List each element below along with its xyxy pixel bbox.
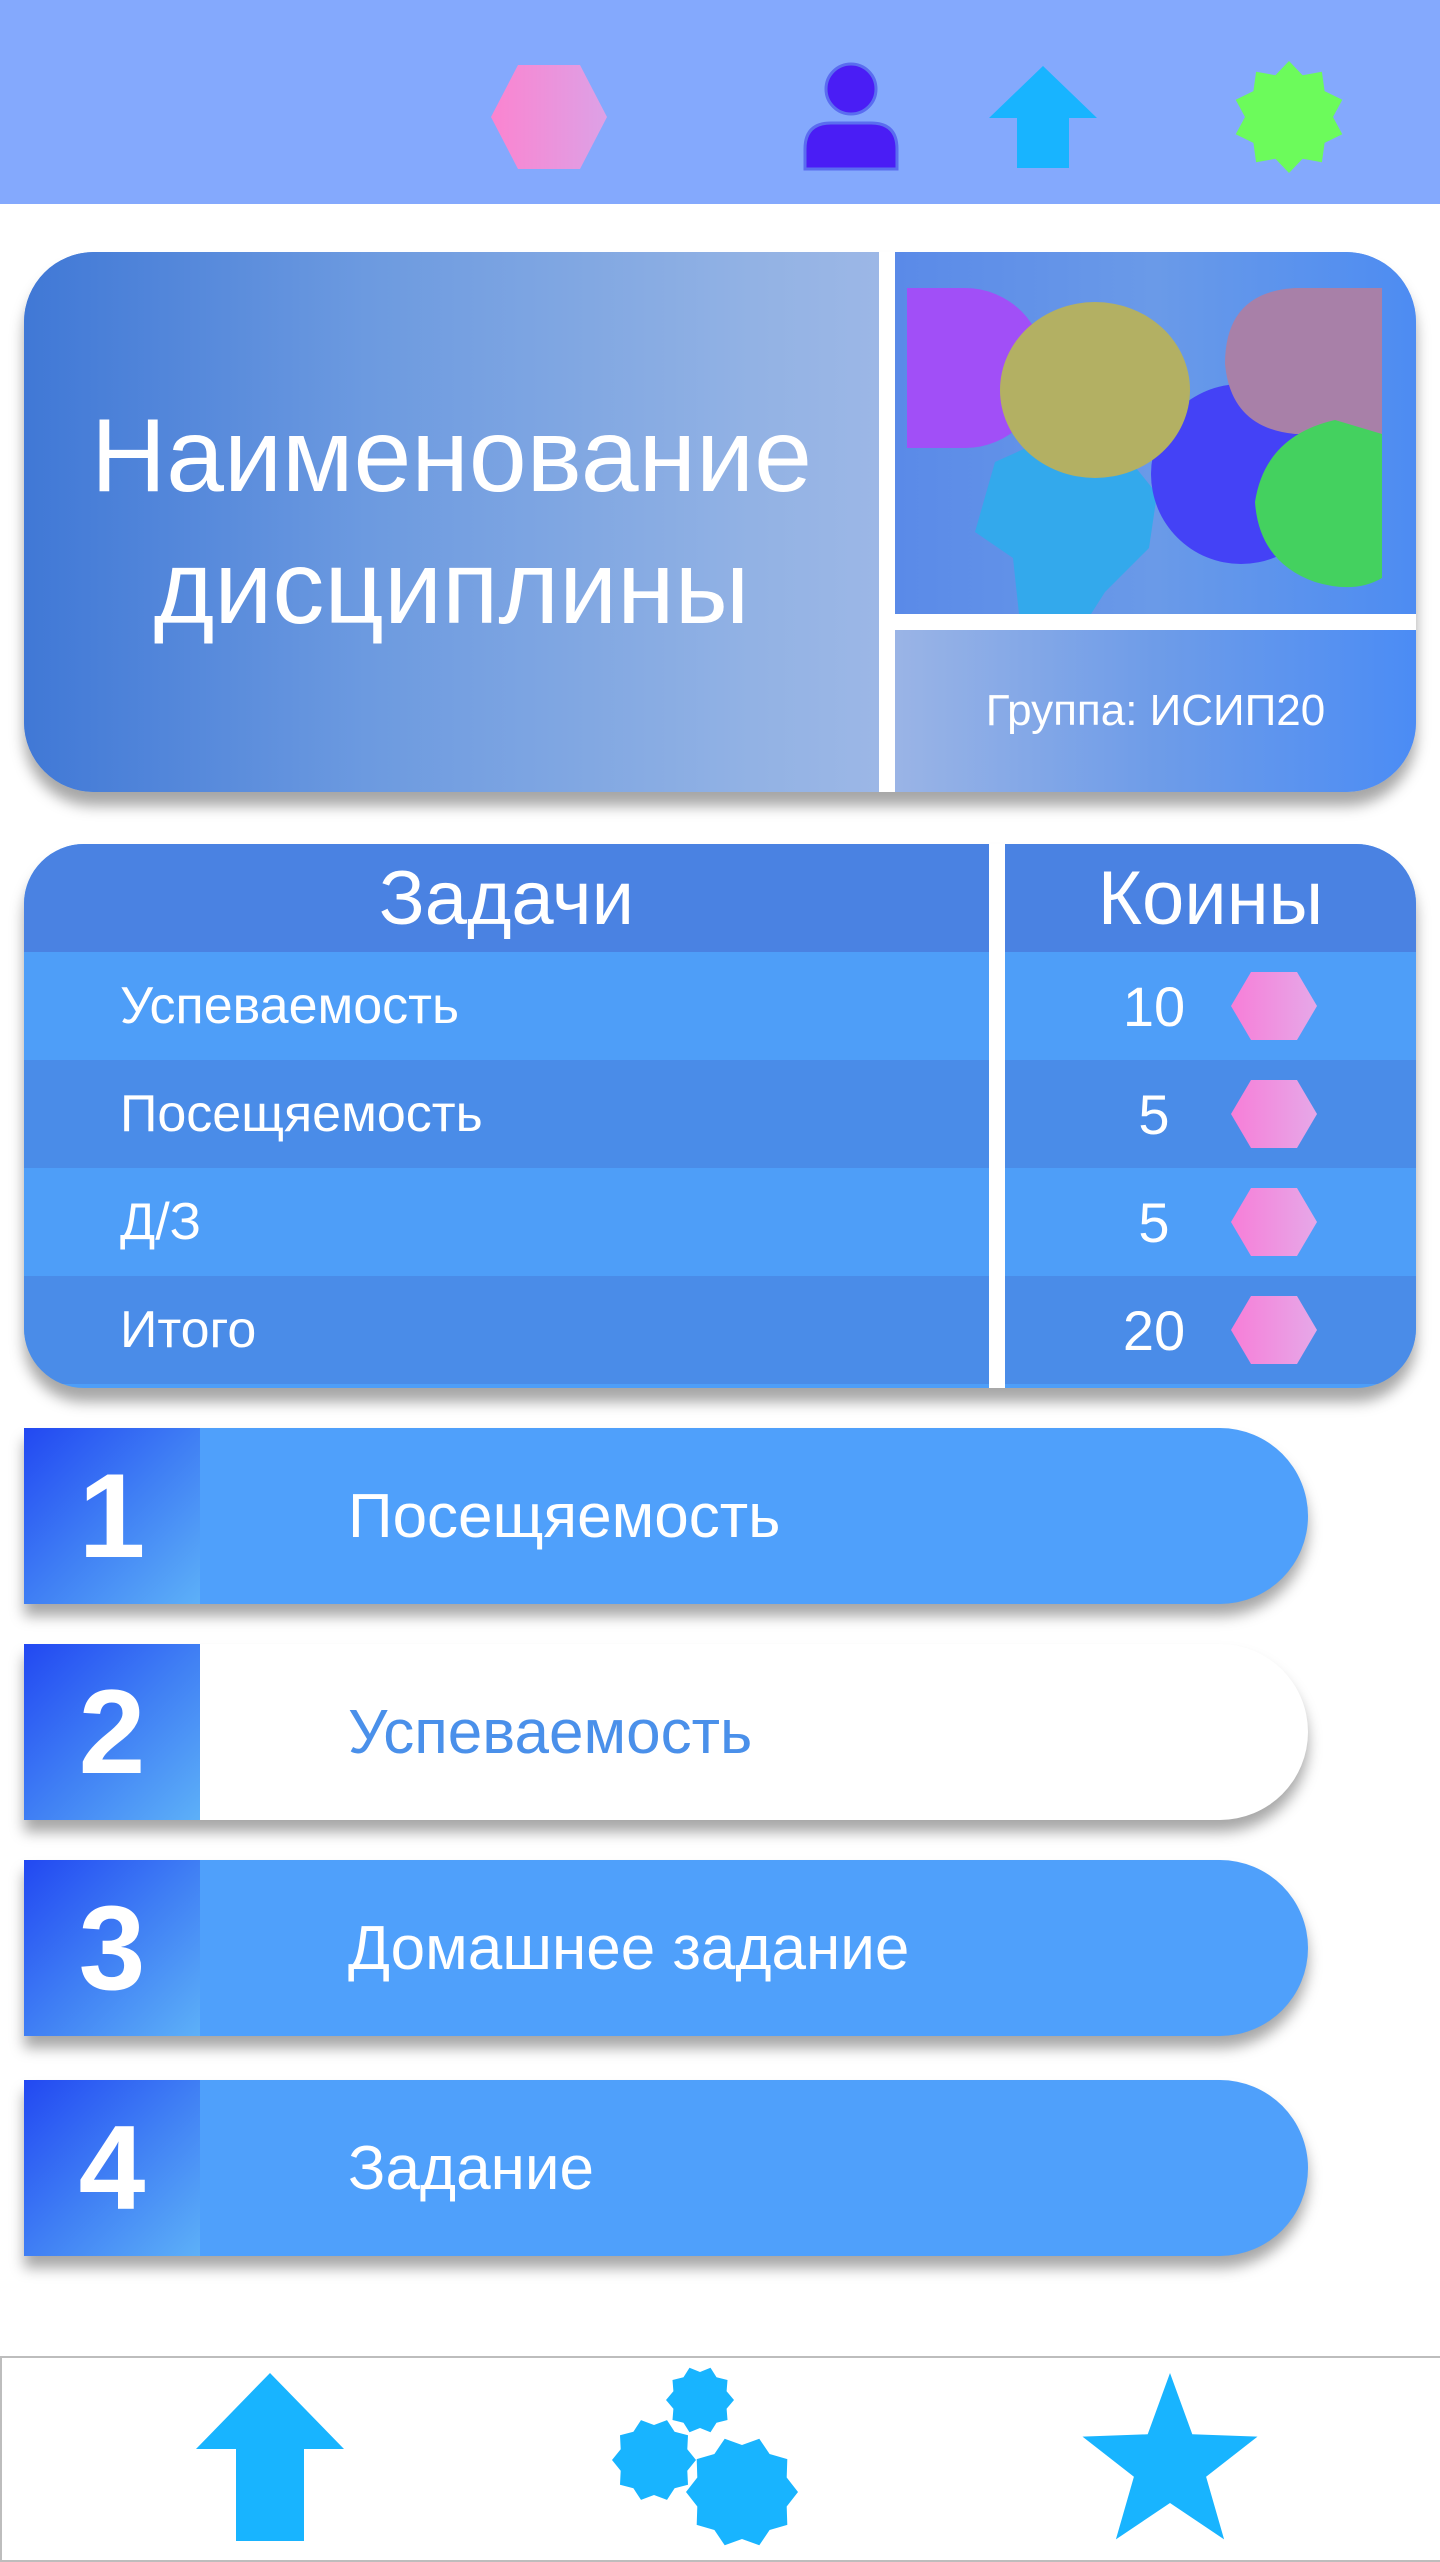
task-button-assignment[interactable]: 4 Задание (24, 2080, 1308, 2256)
task-button-performance[interactable]: 2 Успеваемость (24, 1644, 1308, 1820)
coin-hexagon-icon[interactable] (484, 52, 614, 182)
task-button-homework[interactable]: 3 Домашнее задание (24, 1860, 1308, 2036)
upload-arrow-icon[interactable] (170, 2364, 370, 2550)
coin-icon (1231, 1296, 1317, 1364)
row-value: 20 (1122, 1298, 1186, 1362)
subject-title: Наименование дисциплины (91, 390, 812, 654)
table-divider (989, 844, 1005, 1388)
row-value: 10 (1122, 974, 1186, 1038)
row-label: Успеваемость (120, 977, 460, 1035)
row-value: 5 (1138, 1082, 1170, 1146)
group-label: Группа: ИСИП20 (985, 686, 1326, 735)
row-value: 5 (1138, 1190, 1170, 1254)
group-box: Группа: ИСИП20 (895, 630, 1416, 792)
card-divider-vertical (879, 252, 895, 792)
task-button-attendance[interactable]: 1 Посещяемость (24, 1428, 1308, 1604)
row-label: Посещяемость (120, 1085, 483, 1143)
table-row: Успеваемость 10 (24, 952, 1416, 1060)
task-label: Посещяемость (348, 1481, 781, 1551)
row-label: Д/З (120, 1193, 202, 1251)
header-coins: Коины (1097, 855, 1324, 941)
table-row-total: Итого 20 (24, 1276, 1416, 1384)
cluster-badges-icon[interactable] (610, 2364, 810, 2550)
task-number: 3 (24, 1860, 200, 2036)
subject-title-panel: Наименование дисциплины (24, 252, 879, 792)
user-icon[interactable] (786, 52, 916, 182)
subject-illustration (895, 252, 1416, 614)
upload-arrow-icon[interactable] (978, 52, 1108, 182)
table-row: Посещяемость 5 (24, 1060, 1416, 1168)
star-icon[interactable] (1070, 2364, 1270, 2550)
task-label: Успеваемость (348, 1697, 753, 1767)
coin-icon (1231, 1188, 1317, 1256)
coin-icon (1231, 1080, 1317, 1148)
coin-icon (1231, 972, 1317, 1040)
task-label: Домашнее задание (348, 1913, 910, 1983)
table-row: Д/З 5 (24, 1168, 1416, 1276)
subject-card[interactable]: Наименование дисциплины Группа: ИСИП20 (24, 252, 1416, 792)
subject-title-line1: Наименование (91, 398, 812, 514)
card-divider-horizontal (895, 614, 1416, 630)
badge-star-icon[interactable] (1224, 52, 1354, 182)
subject-title-line2: дисциплины (153, 530, 750, 646)
coins-table: Задачи Коины Успеваемость 10 Посещяемост… (24, 844, 1416, 1388)
task-label: Задание (348, 2133, 594, 2203)
row-label: Итого (120, 1301, 257, 1359)
task-number: 4 (24, 2080, 200, 2256)
header-tasks: Задачи (378, 855, 635, 941)
task-number: 2 (24, 1644, 200, 1820)
task-number: 1 (24, 1428, 200, 1604)
